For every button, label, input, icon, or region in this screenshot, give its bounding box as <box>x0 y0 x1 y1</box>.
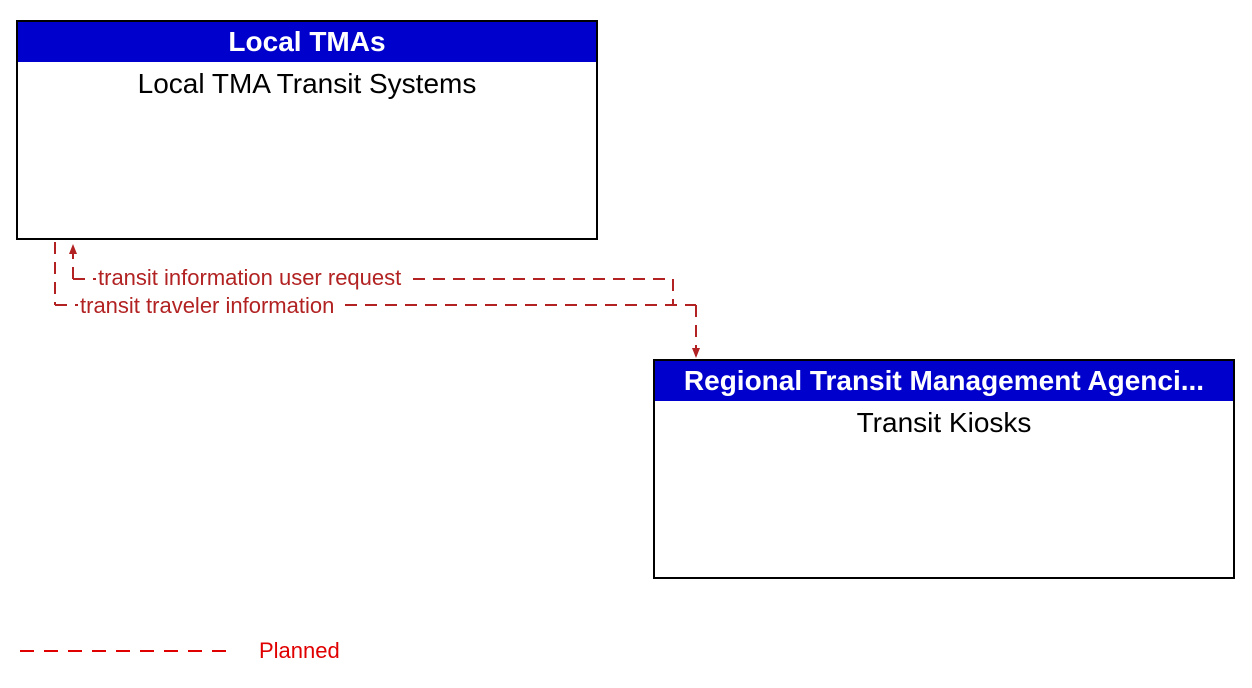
flow-label-traveler-info: transit traveler information <box>80 293 334 319</box>
entity-local-tma-title: Local TMA Transit Systems <box>18 62 596 100</box>
entity-local-tma[interactable]: Local TMAs Local TMA Transit Systems <box>16 20 598 240</box>
legend-planned-label: Planned <box>259 638 340 664</box>
entity-local-tma-header: Local TMAs <box>18 22 596 62</box>
entity-transit-kiosks-title: Transit Kiosks <box>655 401 1233 439</box>
entity-transit-kiosks[interactable]: Regional Transit Management Agenci... Tr… <box>653 359 1235 579</box>
entity-transit-kiosks-header: Regional Transit Management Agenci... <box>655 361 1233 401</box>
flow-label-user-request: transit information user request <box>98 265 401 291</box>
